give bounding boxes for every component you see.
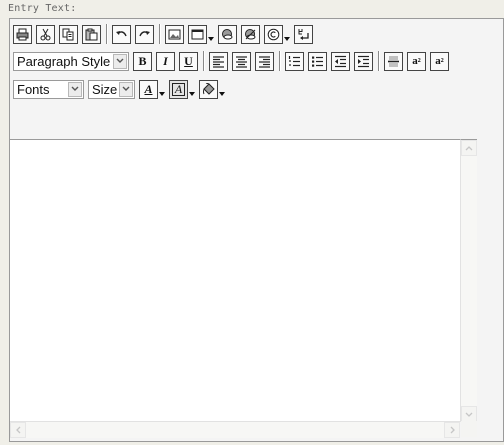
align-center-icon [236,55,247,68]
rich-text-editor: Paragraph Style B I U a 2 a 2 Fonts Size… [9,18,504,442]
scroll-up-button[interactable] [461,140,477,156]
insert-link-button[interactable] [218,24,237,44]
subscript-mark: 2 [440,58,444,64]
editor-toolbar: Paragraph Style B I U a 2 a 2 Fonts Size… [10,19,503,139]
paste-icon [85,28,98,40]
editor-content-area[interactable] [10,139,460,422]
underline-label: U [184,53,193,68]
subscript-button[interactable]: a2 [430,51,449,71]
chevron-right-icon [450,426,455,434]
line-break-icon [298,28,309,40]
chevron-down-icon [68,81,82,97]
scissors-icon [40,28,51,40]
chevron-up-icon [465,145,473,150]
background-color-dropdown[interactable] [199,79,225,99]
chevron-down-icon [189,91,195,96]
font-color-button[interactable]: A [139,79,158,99]
bold-button[interactable]: B [133,51,152,71]
numbered-list-icon [288,55,300,66]
link-icon [222,28,233,39]
align-right-button[interactable] [255,51,274,71]
align-left-button[interactable] [209,51,228,71]
copyright-icon [267,28,280,40]
undo-button[interactable] [112,24,131,44]
chevron-left-icon [15,426,20,434]
insert-image-button[interactable] [165,24,184,44]
superscript-button[interactable]: a2 [407,51,426,71]
special-character-button[interactable] [264,24,283,44]
chevron-down-icon [284,36,290,41]
image-icon [168,29,181,39]
toolbar-separator [279,51,281,71]
font-color-label: A [144,81,153,96]
font-family-value: Fonts [17,81,50,97]
redo-icon [139,30,150,36]
remove-link-button[interactable] [241,24,260,44]
unlink-icon [245,28,256,39]
insert-table-dropdown[interactable] [188,24,214,44]
font-size-value: Size [92,81,118,97]
horizontal-rule-button[interactable] [384,51,403,71]
entry-text-label: Entry Text: [8,3,77,14]
toolbar-row-1 [13,22,317,46]
font-family-select[interactable]: Fonts [13,79,84,99]
highlight-color-label: A [171,82,186,96]
paste-button[interactable] [82,24,101,44]
italic-label: I [163,53,168,68]
bullet-list-icon [312,56,323,67]
align-center-button[interactable] [232,51,251,71]
chevron-down-icon [119,81,133,97]
copy-button[interactable] [59,24,78,44]
indent-icon [358,55,369,67]
scrollbar-corner [461,421,477,437]
horizontal-scrollbar[interactable] [10,421,460,438]
toolbar-separator [106,24,108,44]
italic-button[interactable]: I [156,51,175,71]
chevron-down-icon [219,91,225,96]
font-size-select[interactable]: Size [88,79,135,99]
toolbar-row-3: Fonts Size A A [13,77,229,101]
bullet-list-button[interactable] [308,51,327,71]
line-break-button[interactable] [294,24,313,44]
bold-label: B [138,53,147,68]
redo-button[interactable] [135,24,154,44]
chevron-down-icon [159,91,165,96]
highlight-color-dropdown[interactable]: A [169,79,195,99]
font-color-dropdown[interactable]: A [139,79,165,99]
printer-icon [16,28,29,40]
scroll-left-button[interactable] [10,422,26,438]
outdent-button[interactable] [331,51,350,71]
cut-button[interactable] [36,24,55,44]
align-right-icon [259,55,270,68]
vertical-scrollbar[interactable] [460,139,477,422]
insert-table-button[interactable] [188,24,207,44]
chevron-down-icon [465,412,473,417]
paragraph-style-select[interactable]: Paragraph Style [13,51,129,71]
horizontal-rule-icon [388,56,399,66]
paragraph-style-value: Paragraph Style [17,53,111,69]
print-button[interactable] [13,24,32,44]
superscript-mark: 2 [417,58,421,64]
numbered-list-button[interactable] [285,51,304,71]
highlight-color-button[interactable]: A [169,79,188,99]
toolbar-row-2: Paragraph Style B I U a 2 a 2 [13,49,453,73]
scroll-down-button[interactable] [461,406,477,422]
toolbar-separator [378,51,380,71]
copy-icon [62,28,74,40]
special-character-dropdown[interactable] [264,24,290,44]
scroll-right-button[interactable] [444,422,460,438]
chevron-down-icon [113,53,127,69]
align-left-icon [213,55,224,68]
chevron-down-icon [208,36,214,41]
outdent-icon [335,55,346,67]
table-icon [191,29,204,39]
undo-icon [116,30,127,36]
underline-button[interactable]: U [179,51,198,71]
background-color-button[interactable] [199,79,218,99]
toolbar-separator [159,24,161,44]
paint-bucket-icon [203,82,215,95]
toolbar-separator [203,51,205,71]
indent-button[interactable] [354,51,373,71]
